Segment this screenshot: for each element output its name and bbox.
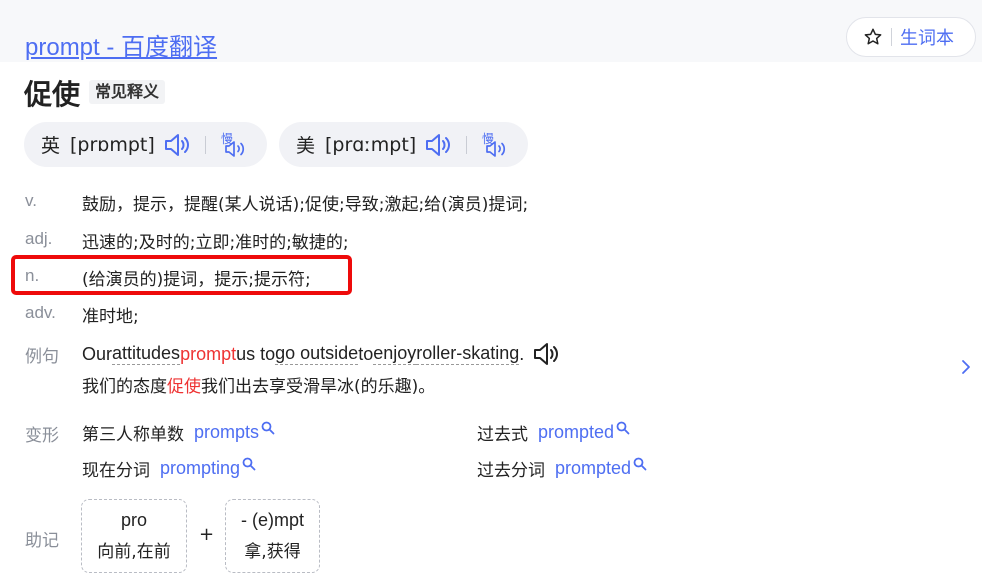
divider	[204, 135, 206, 154]
search-icon[interactable]	[242, 457, 256, 471]
slow-speaker-icon[interactable]: 慢	[220, 131, 250, 159]
pron-ipa-us: [prɑːmpt]	[325, 133, 417, 156]
example-sentence-en: Our attitudes prompt us to go outside to…	[82, 341, 560, 367]
vocabulary-book-label: 生词本	[900, 28, 954, 49]
inflection-word-link[interactable]: prompted	[555, 458, 631, 479]
divider	[891, 28, 892, 46]
definition-pos: v.	[25, 191, 37, 210]
star-icon	[864, 28, 882, 45]
pron-lang-uk: 英	[41, 135, 61, 157]
mnemonic-meaning: 拿,获得	[244, 542, 301, 562]
example-label: 例句	[25, 347, 59, 367]
search-icon[interactable]	[616, 421, 630, 435]
definition-text: 鼓励，提示，提醒(某人说话);促使;导致;激起;给(演员)提词;	[82, 195, 529, 215]
inflections-label: 变形	[25, 426, 59, 446]
example-text: us to	[236, 343, 276, 364]
example-word-link[interactable]: go outside	[275, 343, 359, 365]
search-icon[interactable]	[261, 421, 275, 435]
page-title-link[interactable]: prompt - 百度翻译	[25, 27, 217, 62]
example-sentence-cn: 我们的态度促使我们出去享受滑旱冰(的乐趣)。	[82, 372, 435, 397]
plus-sign: +	[199, 524, 215, 545]
headword: 促使	[24, 78, 81, 111]
mnemonic-part: - (e)mpt 拿,获得	[225, 499, 320, 573]
divider	[466, 135, 468, 154]
pron-ipa-uk: [prɒmpt]	[70, 133, 155, 156]
speaker-icon[interactable]	[163, 132, 191, 158]
speaker-icon[interactable]	[424, 132, 452, 158]
inflection-word-link[interactable]: prompting	[160, 458, 240, 479]
definition-pos: adj.	[25, 229, 53, 248]
example-text: 我们出去享受滑旱冰(的乐趣)。	[201, 377, 436, 397]
example-text: 我们的态度	[82, 377, 167, 397]
vocabulary-book-button[interactable]: 生词本	[846, 17, 976, 57]
inflection-item: 过去式 prompted	[477, 420, 630, 445]
mnemonic-label: 助记	[25, 531, 59, 551]
mnemonic-piece: pro	[120, 510, 147, 530]
mnemonic-meaning: 向前,在前	[97, 542, 171, 562]
slow-speaker-icon[interactable]: 慢	[481, 131, 511, 159]
inflection-label: 过去式	[477, 425, 528, 445]
example-keyword: 促使	[167, 377, 201, 397]
inflection-label: 现在分词	[82, 461, 150, 481]
example-keyword: prompt	[180, 343, 237, 364]
example-word-link[interactable]: roller-skating	[416, 343, 520, 365]
inflection-word-link[interactable]: prompts	[194, 422, 259, 443]
mnemonic-piece: - (e)mpt	[241, 510, 304, 530]
inflection-label: 过去分词	[477, 461, 545, 481]
example-text: to	[358, 343, 374, 364]
common-meaning-tag: 常见释义	[89, 80, 166, 104]
mnemonic-part: pro 向前,在前	[81, 499, 187, 573]
inflection-label: 第三人称单数	[82, 425, 184, 445]
pronunciation-uk: 英 [prɒmpt] 慢	[24, 122, 267, 167]
example-word-link[interactable]: attitudes	[112, 343, 181, 365]
definition-text: 准时地;	[82, 307, 139, 327]
search-icon[interactable]	[633, 457, 647, 471]
inflection-item: 过去分词 prompted	[477, 456, 647, 481]
example-word-link[interactable]: enjoy	[373, 343, 417, 365]
example-text: Our	[82, 343, 113, 364]
definition-text: 迅速的;及时的;立即;准时的;敏捷的;	[82, 233, 349, 253]
definition-pos: adv.	[25, 303, 56, 322]
chevron-right-icon[interactable]	[958, 356, 974, 378]
inflection-item: 第三人称单数 prompts	[82, 420, 275, 445]
inflection-item: 现在分词 prompting	[82, 456, 256, 481]
pronunciation-us: 美 [prɑːmpt] 慢	[279, 122, 528, 167]
example-text: .	[519, 343, 525, 364]
speaker-icon[interactable]	[532, 341, 560, 367]
inflection-word-link[interactable]: prompted	[538, 422, 614, 443]
pron-lang-us: 美	[296, 135, 316, 157]
red-highlight-box	[11, 255, 352, 295]
